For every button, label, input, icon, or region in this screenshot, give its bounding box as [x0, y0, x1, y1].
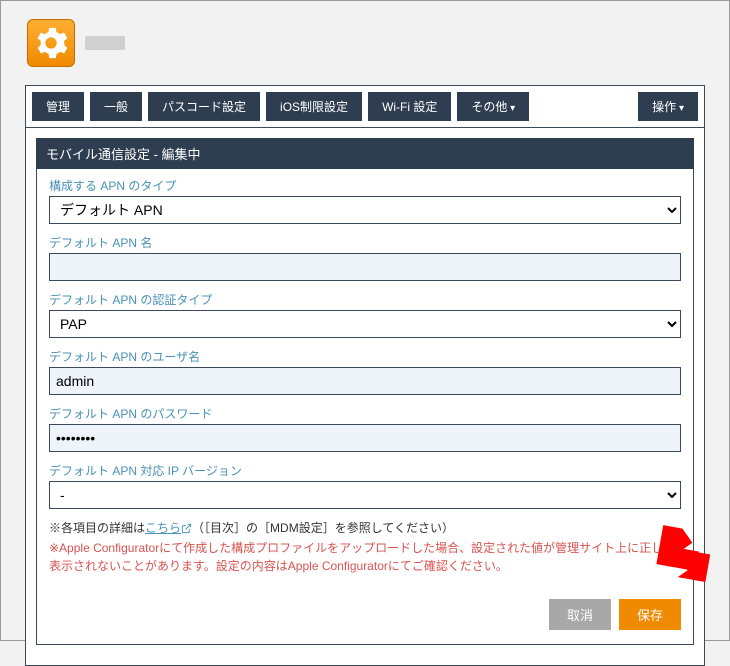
section-title: モバイル通信設定 - 編集中	[36, 138, 694, 169]
cancel-button[interactable]: 取消	[549, 599, 611, 630]
label-apn-pass: デフォルト APN のパスワード	[49, 405, 681, 422]
tab-general[interactable]: 一般	[90, 92, 142, 121]
tab-passcode[interactable]: パスコード設定	[148, 92, 260, 121]
footnote: ※各項目の詳細はこちら （［目次］の［MDM設定］を参照してください） ※Appl…	[49, 519, 681, 575]
input-apn-user[interactable]	[49, 367, 681, 395]
footnote-link[interactable]: こちら	[145, 521, 181, 535]
input-apn-pass[interactable]	[49, 424, 681, 452]
select-apn-type[interactable]: デフォルト APN	[49, 196, 681, 224]
label-apn-name: デフォルト APN 名	[49, 234, 681, 251]
form-body: 構成する APN のタイプ デフォルト APN デフォルト APN 名 デフォル…	[36, 169, 694, 645]
footnote-pre: ※各項目の詳細は	[49, 521, 145, 535]
tab-manage[interactable]: 管理	[32, 92, 84, 121]
input-apn-name[interactable]	[49, 253, 681, 281]
external-link-icon	[181, 521, 192, 539]
brand-text-placeholder	[85, 36, 125, 50]
tab-wifi[interactable]: Wi-Fi 設定	[368, 92, 451, 121]
tab-action[interactable]: 操作	[638, 92, 698, 121]
label-apn-type: 構成する APN のタイプ	[49, 177, 681, 194]
tab-other[interactable]: その他	[457, 92, 529, 121]
label-apn-user: デフォルト APN のユーザ名	[49, 348, 681, 365]
brand-row	[27, 19, 729, 67]
select-apn-ipver[interactable]: -	[49, 481, 681, 509]
footnote-post: （［目次］の［MDM設定］を参照してください）	[192, 521, 454, 535]
tab-ios-restrict[interactable]: iOS制限設定	[266, 92, 362, 121]
tab-bar: 管理 一般 パスコード設定 iOS制限設定 Wi-Fi 設定 その他 操作	[26, 86, 704, 128]
main-panel: 管理 一般 パスコード設定 iOS制限設定 Wi-Fi 設定 その他 操作 モバ…	[25, 85, 705, 666]
content-area: モバイル通信設定 - 編集中 構成する APN のタイプ デフォルト APN デ…	[26, 128, 704, 665]
label-apn-ipver: デフォルト APN 対応 IP バージョン	[49, 462, 681, 479]
label-apn-auth: デフォルト APN の認証タイプ	[49, 291, 681, 308]
button-row: 取消 保存	[49, 599, 681, 630]
select-apn-auth[interactable]: PAP	[49, 310, 681, 338]
save-button[interactable]: 保存	[619, 599, 681, 630]
gear-icon	[27, 19, 75, 67]
footnote-warning: ※Apple Configuratorにて作成した構成プロファイルをアップロード…	[49, 541, 675, 573]
